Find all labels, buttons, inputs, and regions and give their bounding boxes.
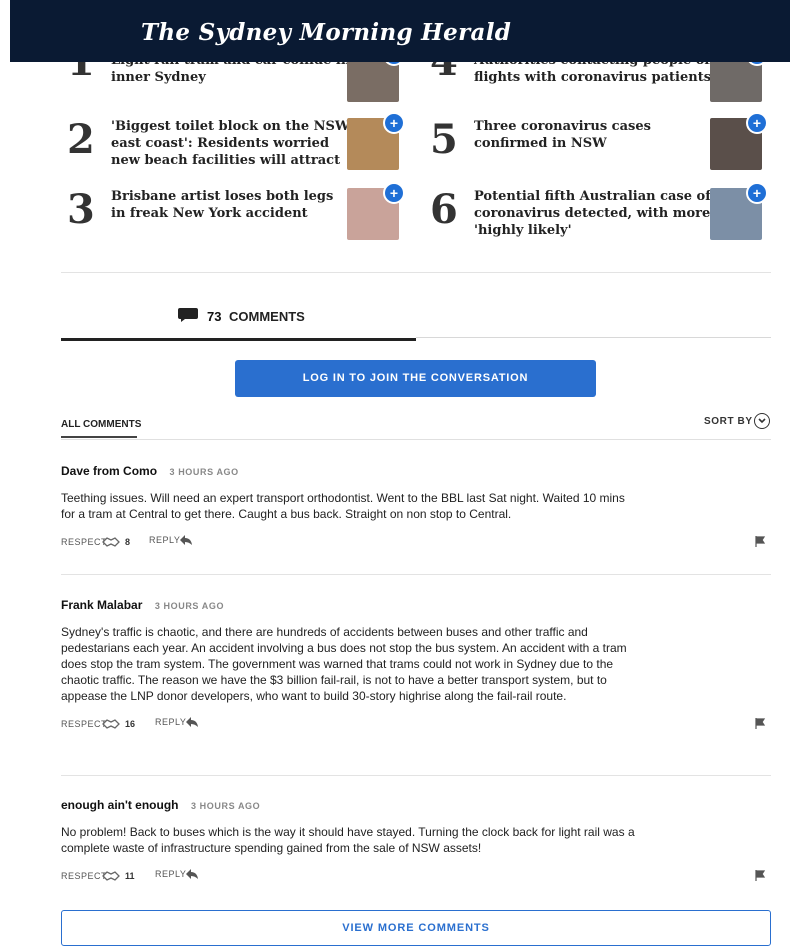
section-divider [61, 272, 771, 273]
tab-comments[interactable]: 73 COMMENTS [61, 305, 416, 341]
reply-arrow-icon[interactable] [186, 869, 198, 879]
article-title[interactable]: Three coronavirus cases confirmed in NSW [474, 118, 714, 152]
site-header: The Sydney Morning Herald [10, 0, 790, 62]
comment-item: Frank Malabar 3 HOURS AGO Sydney's traff… [61, 596, 771, 733]
article-title[interactable]: Potential fifth Australian case of coron… [474, 188, 714, 239]
article-thumbnail[interactable]: + [347, 112, 405, 170]
view-more-comments-button[interactable]: VIEW MORE COMMENTS [61, 910, 771, 946]
tab-underline [416, 337, 771, 338]
login-button[interactable]: LOG IN TO JOIN THE CONVERSATION [235, 360, 596, 397]
add-icon[interactable]: + [383, 182, 405, 204]
respect-label[interactable]: RESPECT [61, 537, 107, 547]
comment-actions: RESPECT 16 REPLY [61, 717, 771, 733]
respect-label[interactable]: RESPECT [61, 871, 107, 881]
article-item-6[interactable]: 6 Potential fifth Australian case of cor… [424, 182, 768, 248]
comment-count: 73 [207, 309, 222, 324]
respect-count: 16 [125, 719, 136, 729]
article-title[interactable]: 'Biggest toilet block on the NSW east co… [111, 118, 351, 169]
comments-tab-label: COMMENTS [229, 309, 305, 324]
flag-icon[interactable] [755, 536, 766, 547]
add-icon[interactable]: + [746, 182, 768, 204]
comment-actions: RESPECT 11 REPLY [61, 869, 771, 885]
sort-by-label[interactable]: SORT BY [704, 416, 753, 427]
comment-author[interactable]: enough ain't enough [61, 798, 179, 812]
popular-articles: 1 Light rail tram and car collide in inn… [61, 40, 771, 250]
comment-icon [178, 308, 198, 322]
comment-item: enough ain't enough 3 HOURS AGO No probl… [61, 796, 771, 885]
reply-button[interactable]: REPLY [155, 869, 186, 879]
filter-all-comments[interactable]: ALL COMMENTS [61, 419, 141, 430]
comment-author[interactable]: Frank Malabar [61, 598, 142, 612]
comment-text: Teething issues. Will need an expert tra… [61, 491, 625, 521]
flag-icon[interactable] [755, 718, 766, 729]
article-number: 3 [67, 186, 95, 233]
comments-header-divider [61, 439, 771, 440]
article-number: 5 [430, 116, 458, 163]
add-icon[interactable]: + [746, 112, 768, 134]
flag-icon[interactable] [755, 870, 766, 881]
comment-item: Dave from Como 3 HOURS AGO Teething issu… [61, 462, 771, 551]
comment-text: Sydney's traffic is chaotic, and there a… [61, 625, 627, 703]
chevron-down-icon[interactable] [754, 413, 770, 429]
respect-count: 11 [125, 871, 135, 881]
comment-divider [61, 775, 771, 776]
comment-time: 3 HOURS AGO [154, 601, 225, 611]
article-number: 6 [430, 186, 458, 233]
reply-arrow-icon[interactable] [186, 717, 198, 727]
article-thumbnail[interactable]: + [347, 182, 405, 240]
comment-text: No problem! Back to buses which is the w… [61, 825, 635, 855]
article-title[interactable]: Brisbane artist loses both legs in freak… [111, 188, 351, 222]
comment-time: 3 HOURS AGO [190, 801, 261, 811]
site-logo[interactable]: The Sydney Morning Herald [141, 19, 511, 46]
article-thumbnail[interactable]: + [710, 182, 768, 240]
article-thumbnail[interactable]: + [710, 112, 768, 170]
comment-actions: RESPECT 8 REPLY [61, 535, 771, 551]
article-number: 2 [67, 116, 95, 163]
comment-divider [61, 574, 771, 575]
article-item-5[interactable]: 5 Three coronavirus cases confirmed in N… [424, 112, 768, 178]
reply-button[interactable]: REPLY [155, 717, 186, 727]
add-icon[interactable]: + [383, 112, 405, 134]
article-item-2[interactable]: 2 'Biggest toilet block on the NSW east … [61, 112, 405, 178]
respect-handshake-icon[interactable] [102, 536, 120, 548]
reply-arrow-icon[interactable] [180, 535, 192, 545]
respect-handshake-icon[interactable] [102, 870, 120, 882]
filter-underline [61, 436, 137, 438]
respect-handshake-icon[interactable] [102, 718, 120, 730]
comment-time: 3 HOURS AGO [169, 467, 239, 477]
respect-label[interactable]: RESPECT [61, 719, 107, 729]
article-item-3[interactable]: 3 Brisbane artist loses both legs in fre… [61, 182, 405, 248]
reply-button[interactable]: REPLY [149, 535, 180, 545]
comment-author[interactable]: Dave from Como [61, 464, 157, 478]
respect-count: 8 [125, 537, 131, 547]
